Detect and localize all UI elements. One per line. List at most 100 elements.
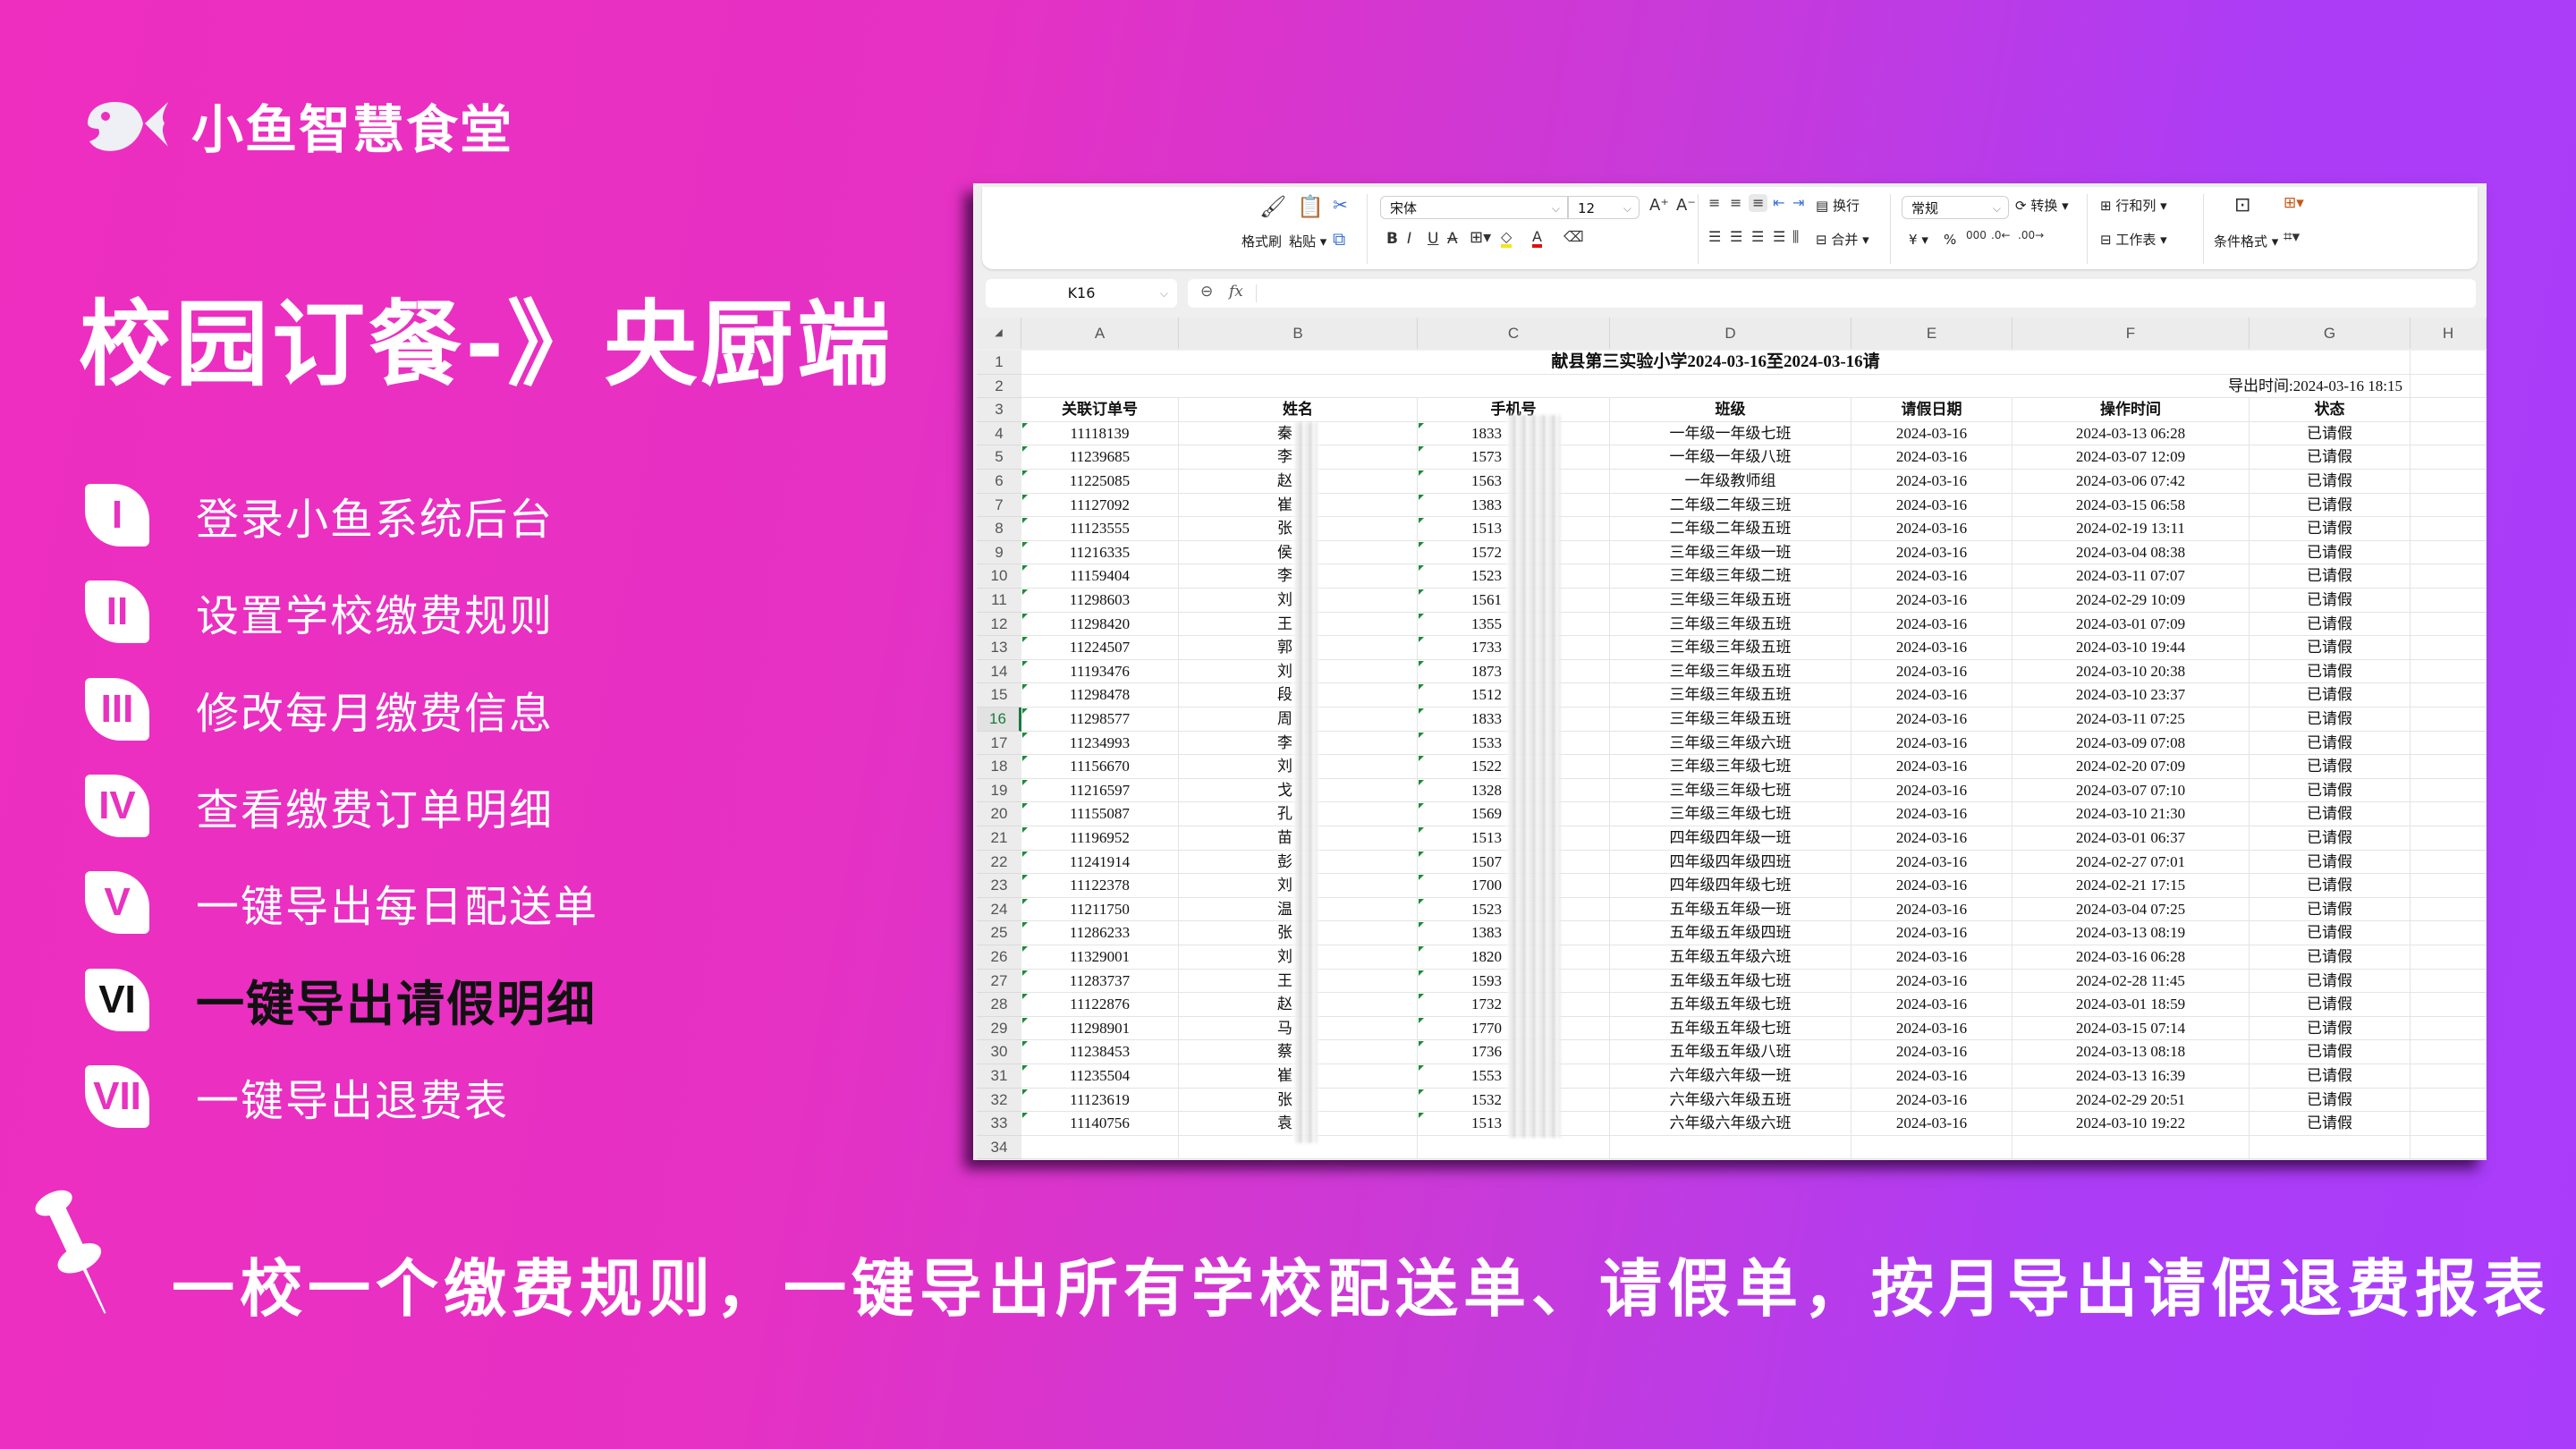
italic-icon[interactable]: I bbox=[1407, 232, 1411, 247]
table-cell[interactable]: 2024-03-16 bbox=[1852, 778, 2012, 803]
table-cell[interactable]: 三年级三年级一班 bbox=[1610, 540, 1852, 565]
table-cell[interactable]: 三年级三年级七班 bbox=[1610, 778, 1852, 803]
table-cell[interactable] bbox=[2411, 421, 2487, 446]
align-left-icon[interactable]: ☰ bbox=[1708, 230, 1721, 244]
font-color-icon[interactable]: A bbox=[1532, 230, 1542, 248]
table-cell[interactable]: 2024-03-16 bbox=[1852, 1064, 2012, 1089]
table-cell[interactable]: 11241914 bbox=[1021, 850, 1179, 875]
table-cell[interactable]: 已请假 bbox=[2250, 1016, 2411, 1041]
name-box[interactable]: K16 ⌵ bbox=[986, 279, 1177, 308]
table-cell[interactable] bbox=[2411, 470, 2487, 494]
row-header[interactable]: 2 bbox=[977, 374, 1021, 399]
table-cell[interactable]: 2024-02-29 20:51 bbox=[2012, 1088, 2250, 1113]
table-cell[interactable]: 已请假 bbox=[2250, 445, 2411, 470]
column-header[interactable]: G bbox=[2250, 318, 2411, 349]
row-header[interactable]: 3 bbox=[977, 398, 1021, 422]
table-cell[interactable]: 已请假 bbox=[2250, 540, 2411, 565]
row-header[interactable]: 19 bbox=[977, 778, 1021, 803]
table-cell[interactable]: 11298420 bbox=[1021, 612, 1179, 637]
table-cell[interactable]: 2024-03-13 06:28 bbox=[2012, 421, 2250, 446]
percent-button[interactable]: % bbox=[1944, 232, 1956, 248]
table-cell[interactable]: 2024-03-16 bbox=[1852, 1088, 2012, 1113]
row-header[interactable]: 24 bbox=[977, 897, 1021, 922]
table-cell[interactable]: 11140756 bbox=[1021, 1112, 1179, 1136]
row-header[interactable]: 6 bbox=[977, 470, 1021, 494]
table-cell[interactable]: 11118139 bbox=[1021, 421, 1179, 446]
table-cell[interactable]: 三年级三年级五班 bbox=[1610, 708, 1852, 732]
table-cell[interactable]: 已请假 bbox=[2250, 589, 2411, 613]
table-cell[interactable]: 11155087 bbox=[1021, 802, 1179, 826]
table-cell[interactable] bbox=[2411, 540, 2487, 565]
row-header[interactable]: 8 bbox=[977, 517, 1021, 541]
table-cell[interactable]: 五年级五年级四班 bbox=[1610, 921, 1852, 945]
table-cell[interactable]: 三年级三年级五班 bbox=[1610, 589, 1852, 613]
row-header[interactable]: 31 bbox=[977, 1064, 1021, 1089]
row-header[interactable]: 10 bbox=[977, 564, 1021, 589]
table-cell[interactable]: 2024-02-21 17:15 bbox=[2012, 874, 2250, 898]
decrease-font-icon[interactable]: A⁻ bbox=[1676, 198, 1696, 214]
row-header[interactable]: 34 bbox=[977, 1135, 1021, 1160]
table-cell[interactable]: 11298577 bbox=[1021, 708, 1179, 732]
table-cell[interactable]: 2024-02-29 10:09 bbox=[2012, 589, 2250, 613]
row-header[interactable]: 32 bbox=[977, 1088, 1021, 1113]
table-cell[interactable] bbox=[1418, 1135, 1610, 1160]
table-cell[interactable]: 2024-03-10 23:37 bbox=[2012, 683, 2250, 708]
table-cell[interactable]: 已请假 bbox=[2250, 421, 2411, 446]
table-cell[interactable]: 2024-03-16 bbox=[1852, 993, 2012, 1017]
table-cell[interactable]: 2024-03-10 21:30 bbox=[2012, 802, 2250, 826]
justify-icon[interactable]: ☰ bbox=[1773, 230, 1785, 244]
table-cell[interactable]: 已请假 bbox=[2250, 564, 2411, 589]
table-cell[interactable] bbox=[2411, 1040, 2487, 1064]
table-cell[interactable]: 2024-03-11 07:07 bbox=[2012, 564, 2250, 589]
table-cell[interactable]: 五年级五年级七班 bbox=[1610, 993, 1852, 1017]
table-cell[interactable]: 2024-03-10 20:38 bbox=[2012, 659, 2250, 684]
table-cell[interactable]: 11127092 bbox=[1021, 493, 1179, 518]
table-cell[interactable]: 已请假 bbox=[2250, 517, 2411, 541]
convert-button[interactable]: ⟳ 转换 ▾ bbox=[2015, 196, 2069, 215]
formula-bar[interactable]: ⊖ fx bbox=[1188, 279, 2476, 308]
table-cell[interactable]: 2024-03-16 bbox=[1852, 921, 2012, 945]
table-cell[interactable]: 三年级三年级六班 bbox=[1610, 731, 1852, 756]
table-header-cell[interactable]: 操作时间 bbox=[2012, 398, 2250, 422]
table-cell[interactable]: 2024-02-20 07:09 bbox=[2012, 755, 2250, 779]
table-cell[interactable]: 已请假 bbox=[2250, 1064, 2411, 1089]
table-header-cell[interactable]: 状态 bbox=[2250, 398, 2411, 422]
table-cell[interactable]: 11286233 bbox=[1021, 921, 1179, 945]
table-cell[interactable]: 二年级二年级三班 bbox=[1610, 493, 1852, 518]
table-cell[interactable]: 11238453 bbox=[1021, 1040, 1179, 1064]
table-cell[interactable]: 11211750 bbox=[1021, 897, 1179, 922]
eraser-icon[interactable]: ⌫ bbox=[1563, 230, 1584, 244]
export-time[interactable]: 导出时间:2024-03-16 18:15 bbox=[1021, 374, 2411, 399]
table-cell[interactable]: 已请假 bbox=[2250, 1112, 2411, 1136]
format-painter-icon[interactable]: 🖌 bbox=[1259, 196, 1286, 217]
table-cell[interactable]: 11225085 bbox=[1021, 470, 1179, 494]
table-cell[interactable]: 11239685 bbox=[1021, 445, 1179, 470]
table-cell[interactable] bbox=[2411, 517, 2487, 541]
table-cell[interactable]: 11234993 bbox=[1021, 731, 1179, 756]
table-header-cell[interactable]: 班级 bbox=[1610, 398, 1852, 422]
table-cell[interactable]: 2024-03-09 07:08 bbox=[2012, 731, 2250, 756]
table-cell[interactable]: 二年级二年级五班 bbox=[1610, 517, 1852, 541]
freeze-panes-icon[interactable]: ⌗▾ bbox=[2284, 230, 2300, 245]
table-cell[interactable]: 11283737 bbox=[1021, 969, 1179, 994]
increase-font-icon[interactable]: A⁺ bbox=[1649, 198, 1669, 214]
rows-columns-button[interactable]: ⊞ 行和列 ▾ bbox=[2100, 196, 2167, 215]
table-header-cell[interactable]: 姓名 bbox=[1179, 398, 1418, 422]
function-icon[interactable]: fx bbox=[1229, 284, 1243, 300]
table-cell[interactable]: 2024-03-16 06:28 bbox=[2012, 945, 2250, 970]
table-cell[interactable] bbox=[2411, 945, 2487, 970]
row-header[interactable]: 26 bbox=[977, 945, 1021, 970]
table-cell[interactable]: 六年级六年级六班 bbox=[1610, 1112, 1852, 1136]
table-cell[interactable]: 已请假 bbox=[2250, 969, 2411, 994]
table-cell[interactable]: 2024-03-15 06:58 bbox=[2012, 493, 2250, 518]
table-cell[interactable] bbox=[2411, 1016, 2487, 1041]
indent-decrease-icon[interactable]: ⇤ bbox=[1773, 196, 1784, 210]
table-cell[interactable]: 2024-03-16 bbox=[1852, 897, 2012, 922]
table-cell[interactable]: 2024-03-16 bbox=[1852, 874, 2012, 898]
underline-icon[interactable]: U bbox=[1428, 232, 1438, 247]
table-cell[interactable]: 已请假 bbox=[2250, 850, 2411, 875]
table-cell[interactable]: 已请假 bbox=[2250, 612, 2411, 637]
table-cell[interactable]: 已请假 bbox=[2250, 470, 2411, 494]
table-cell[interactable]: 2024-03-16 bbox=[1852, 421, 2012, 446]
table-cell[interactable]: 五年级五年级七班 bbox=[1610, 969, 1852, 994]
